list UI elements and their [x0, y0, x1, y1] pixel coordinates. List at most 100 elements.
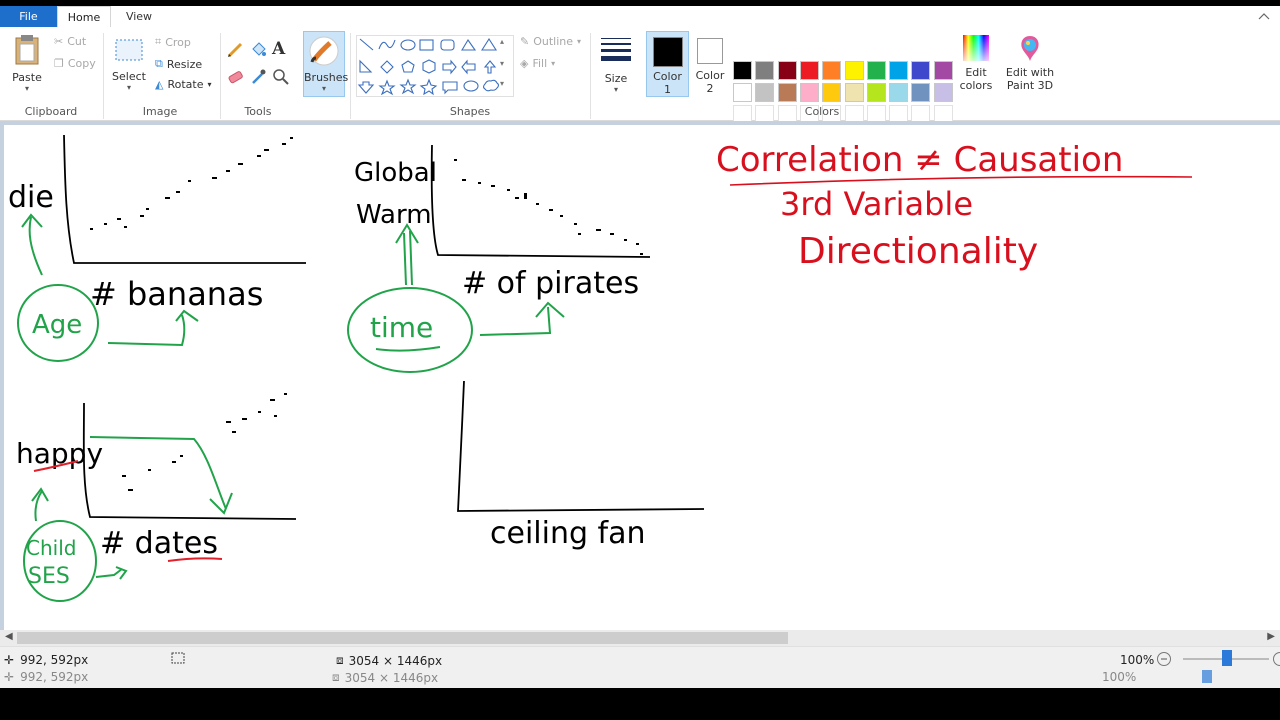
cut-button[interactable]: ✂ Cut: [54, 35, 86, 48]
graph1-arrow-up: [21, 213, 43, 276]
collapse-ribbon-icon[interactable]: [1258, 10, 1270, 23]
color1-swatch: [652, 37, 683, 67]
graph1-arrow-right: [107, 309, 199, 347]
shapes-gallery[interactable]: [356, 35, 514, 97]
color-swatch[interactable]: [844, 83, 864, 102]
color-swatch[interactable]: [822, 83, 842, 102]
divider: [350, 33, 351, 119]
cursor-position-value: 992, 592px: [20, 653, 89, 667]
color-swatch[interactable]: [733, 61, 752, 80]
graph1-scatter: [90, 137, 293, 230]
edit-colors-button[interactable]: Edit colors: [958, 33, 994, 92]
color-swatch[interactable]: [777, 61, 797, 80]
color-swatch[interactable]: [866, 83, 886, 102]
zoom-slider-thumb-ghost: [1202, 670, 1212, 683]
tab-file[interactable]: File: [0, 6, 57, 27]
image-group-label: Image: [142, 105, 178, 118]
selection-rectangle-icon: [115, 39, 143, 61]
color-swatch[interactable]: [799, 61, 819, 80]
taskbar-strip: [0, 688, 1280, 720]
drawing-canvas[interactable]: die # bananas Age Global Warm # of pirat…: [4, 125, 1280, 630]
paste-button[interactable]: Paste ▾: [10, 33, 44, 93]
color-swatch[interactable]: [733, 83, 752, 102]
rotate-button[interactable]: ◭ Rotate ▾: [155, 78, 212, 91]
color1-label: Color: [653, 70, 682, 83]
fill-bucket-tool[interactable]: [249, 41, 267, 62]
select-button[interactable]: Select ▾: [110, 37, 148, 92]
magnifier-tool[interactable]: [272, 68, 290, 89]
zoom-in-icon[interactable]: [1272, 651, 1280, 670]
horizontal-scrollbar[interactable]: ◀ ▶: [0, 630, 1280, 646]
color-swatch[interactable]: [933, 61, 953, 80]
canvas-size-ghost-value: 3054 × 1446px: [344, 670, 439, 685]
color-swatch[interactable]: [889, 83, 909, 102]
size-button[interactable]: Size ▾: [598, 35, 634, 94]
outline-button[interactable]: ✎ Outline ▾: [520, 35, 581, 48]
color-swatch[interactable]: [755, 83, 775, 102]
paint3d-label-2: Paint 3D: [1006, 79, 1054, 92]
graph1-axes: [63, 134, 306, 264]
copy-button[interactable]: ❐ Copy: [54, 57, 96, 70]
color-picker-tool[interactable]: [249, 68, 267, 89]
graph4-x-label: ceiling fan: [490, 516, 646, 551]
color2-button[interactable]: Color 2: [692, 31, 728, 97]
color-swatch[interactable]: [822, 61, 842, 80]
color-swatch[interactable]: [889, 61, 909, 80]
divider: [103, 33, 104, 119]
fill-button[interactable]: ◈ Fill ▾: [520, 57, 555, 70]
color-swatch[interactable]: [755, 61, 775, 80]
scrollbar-thumb[interactable]: [17, 632, 788, 644]
color-swatch[interactable]: [911, 61, 931, 80]
eyedropper-icon: [252, 69, 266, 84]
color-swatch[interactable]: [777, 83, 797, 102]
color-swatch[interactable]: [844, 61, 864, 80]
graph3-axes: [82, 402, 297, 520]
color1-button[interactable]: Color 1: [646, 31, 689, 97]
colors-group-label: Colors: [804, 105, 840, 118]
cursor-position-ghost: ✛ 992, 592px: [4, 670, 88, 684]
scroll-right-icon[interactable]: ▶: [1267, 631, 1275, 642]
shapes-group-label: Shapes: [449, 105, 491, 118]
crosshair-icon: ✛: [4, 670, 15, 684]
shapes-scroll-up-icon[interactable]: ▴: [500, 37, 504, 46]
graph2-arrow-up: [395, 223, 419, 286]
resize-button[interactable]: ⧉ Resize: [155, 57, 202, 71]
shapes-expand-icon[interactable]: ▾: [500, 79, 504, 88]
zoom-out-icon[interactable]: [1156, 651, 1172, 670]
shape-fill-icon: ◈: [520, 57, 529, 70]
graph1-x-label: # bananas: [90, 275, 263, 313]
scroll-left-icon[interactable]: ◀: [5, 631, 13, 642]
cut-label: Cut: [67, 35, 87, 48]
graph3-circle: [23, 520, 97, 602]
copy-icon: ❐: [54, 57, 64, 70]
shapes-gallery-icons: [357, 37, 500, 96]
select-dropdown-icon[interactable]: ▾: [110, 83, 148, 92]
tab-home[interactable]: Home: [57, 6, 111, 27]
color-swatch[interactable]: [866, 61, 886, 80]
zoom-slider-thumb[interactable]: [1222, 650, 1232, 666]
canvas-size: ⧈ 3054 × 1446px: [336, 653, 442, 668]
graph2-y-label-1: Global: [354, 158, 437, 188]
crosshair-icon: ✛: [4, 653, 15, 667]
brushes-dropdown-icon[interactable]: ▾: [304, 84, 344, 93]
brushes-button[interactable]: Brushes ▾: [303, 31, 348, 97]
ribbon-home: Paste ▾ ✂ Cut ❐ Copy Clipboard Select ▾ ⌗ C…: [0, 27, 1280, 124]
graph2-third-variable: time: [370, 311, 433, 344]
paste-dropdown-icon[interactable]: ▾: [10, 84, 44, 93]
pencil-tool[interactable]: [226, 41, 244, 62]
color-spectrum-icon: [963, 35, 989, 61]
size-dropdown-icon[interactable]: ▾: [598, 85, 634, 94]
color1-number: 1: [664, 83, 671, 96]
graph2-y-label-2: Warm: [356, 200, 432, 230]
edit-with-paint3d-button[interactable]: Edit with Paint 3D: [1004, 33, 1056, 92]
eraser-tool[interactable]: [226, 68, 244, 89]
shapes-scroll-down-icon[interactable]: ▾: [500, 59, 504, 68]
clipboard-group-label: Clipboard: [24, 105, 78, 118]
crop-button[interactable]: ⌗ Crop: [155, 35, 191, 49]
color-swatch[interactable]: [799, 83, 819, 102]
tab-view[interactable]: View: [117, 6, 161, 27]
rotate-icon: ◭: [155, 78, 164, 91]
color-swatch[interactable]: [911, 83, 931, 102]
text-tool-icon[interactable]: A: [272, 39, 285, 59]
color-swatch[interactable]: [933, 83, 953, 102]
